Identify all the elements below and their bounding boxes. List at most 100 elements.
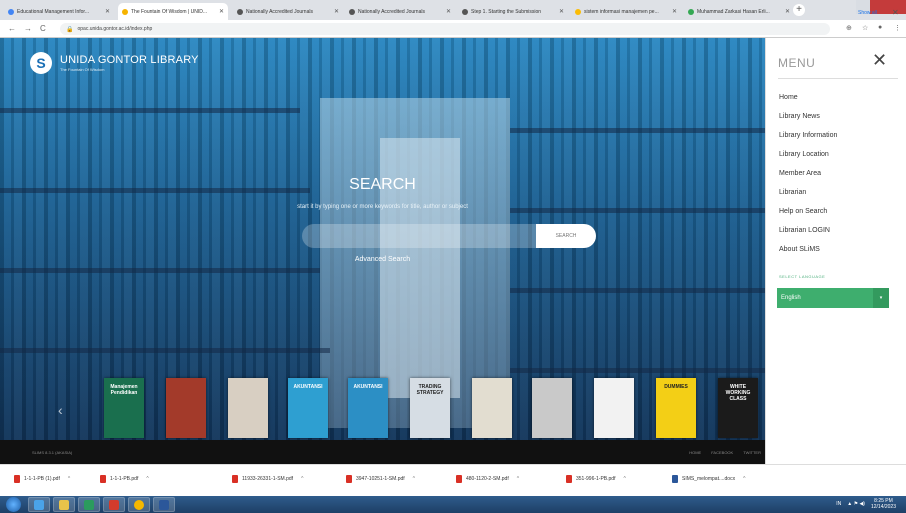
download-item[interactable]: 1-1-1-PB (1).pdf ^ [14,475,70,483]
download-filename: 351-996-1-PB.pdf [576,476,616,482]
taskbar-explorer-icon[interactable] [53,497,75,512]
book-cover[interactable]: AKUNTANSI [348,378,388,438]
browser-tab[interactable]: Nationally Accredited Journals ✕ [233,3,343,20]
footer-link-twitter[interactable]: TWITTER [743,450,761,455]
book-cover[interactable] [166,378,206,438]
download-options-icon[interactable]: ^ [413,476,415,482]
download-item[interactable]: SIMS_melompat....docx ^ [672,475,745,483]
shelf [510,128,765,133]
book-cover[interactable]: WHITE WORKING CLASS [718,378,758,438]
footer-link-facebook[interactable]: FACEBOOK [711,450,733,455]
book-carousel: Manajemen Pendidikan AKUNTANSI AKUNTANSI TR… [0,376,765,438]
book-cover[interactable] [532,378,572,438]
book-cover-title: TRADING STRATEGY [416,384,444,396]
search-button[interactable]: SEARCH [536,224,596,248]
forward-icon[interactable]: → [24,24,32,33]
tab-close-icon[interactable]: ✕ [672,8,677,15]
book-cover[interactable] [472,378,512,438]
menu-item-help-on-search[interactable]: Help on Search [779,208,827,215]
download-item[interactable]: 11933-26331-1-SM.pdf ^ [232,475,303,483]
tab-favicon-icon [8,8,14,15]
book-cover[interactable] [228,378,268,438]
tab-favicon-icon [575,8,581,15]
tab-close-icon[interactable]: ✕ [559,8,564,15]
download-item[interactable]: 351-996-1-PB.pdf ^ [566,475,626,483]
tab-close-icon[interactable]: ✕ [446,8,451,15]
tab-favicon-icon [462,8,468,15]
menu-item-librarian-login[interactable]: Librarian LOGIN [779,227,830,234]
search-input[interactable] [302,224,542,248]
menu-item-librarian[interactable]: Librarian [779,189,806,196]
menu-item-library-news[interactable]: Library News [779,113,820,120]
download-filename: SIMS_melompat....docx [682,476,736,482]
tray-icons[interactable]: ▲ ⚑ ◀) [847,501,865,507]
search-title: SEARCH [349,176,416,193]
taskbar-word-icon[interactable] [153,497,175,512]
browser-tab[interactable]: Nationally Accredited Journals ✕ [345,3,455,20]
menu-item-library-information[interactable]: Library Information [779,132,837,139]
library-page: S UNIDA GONTOR LIBRARY The Fountain Of W… [0,38,765,464]
browser-tab[interactable]: Step 1. Starting the Submission ✕ [458,3,568,20]
download-options-icon[interactable]: ^ [517,476,519,482]
download-options-icon[interactable]: ^ [623,476,625,482]
download-item[interactable]: 3947-10251-1-SM.pdf ^ [346,475,415,483]
menu-dots-icon[interactable]: ⋮ [894,24,901,32]
menu-item-home[interactable]: Home [779,94,798,101]
pdf-file-icon [14,475,20,483]
shelf [0,348,330,353]
tab-close-icon[interactable]: ✕ [785,8,790,15]
show-all-downloads-link[interactable]: Show all [858,10,877,16]
new-tab-button[interactable]: + [793,4,805,16]
close-icon[interactable]: ✕ [872,50,887,71]
footer-link-home[interactable]: HOME [689,450,701,455]
browser-tab[interactable]: sistem informasi manajemen pe... ✕ [571,3,681,20]
taskbar-ie-icon[interactable] [28,497,50,512]
menu-title: MENU [778,56,816,70]
taskbar-pdf-icon[interactable] [103,497,125,512]
clock[interactable]: 8:25 PM 12/14/2023 [871,498,896,510]
taskbar-chrome-icon[interactable] [128,497,150,512]
browser-tab[interactable]: Educational Management Infor... ✕ [4,3,114,20]
address-bar: ← → C 🔒 opac.unida.gontor.ac.id/index.ph… [0,20,906,38]
menu-item-about-slims[interactable]: About SLiMS [779,246,820,253]
download-options-icon[interactable]: ^ [68,476,70,482]
menu-item-library-location[interactable]: Library Location [779,151,829,158]
start-button[interactable] [6,497,21,512]
back-icon[interactable]: ← [8,24,16,33]
download-options-icon[interactable]: ^ [301,476,303,482]
book-cover[interactable]: Manajemen Pendidikan [104,378,144,438]
book-cover[interactable]: AKUNTANSI [288,378,328,438]
bookmark-star-icon[interactable]: ☆ [862,24,868,32]
carousel-prev-icon[interactable]: ‹ [58,402,63,418]
language-indicator[interactable]: IN [836,501,841,507]
taskbar-app-icon[interactable] [78,497,100,512]
download-item[interactable]: 1-1-1-PB.pdf ^ [100,475,149,483]
download-options-icon[interactable]: ^ [146,476,148,482]
tab-close-icon[interactable]: ✕ [219,8,224,15]
menu-item-member-area[interactable]: Member Area [779,170,821,177]
download-item[interactable]: 480-1120-2-SM.pdf ^ [456,475,519,483]
chevron-down-icon: ▾ [873,288,889,308]
advanced-search-link[interactable]: Advanced Search [0,256,765,263]
tab-close-icon[interactable]: ✕ [334,8,339,15]
site-name: UNIDA GONTOR LIBRARY [60,54,199,66]
close-download-bar-icon[interactable]: ✕ [892,8,899,17]
download-bar: 1-1-1-PB (1).pdf ^ 1-1-1-PB.pdf ^ 11933-2633… [0,464,906,496]
book-cover[interactable] [594,378,634,438]
tab-favicon-icon [122,8,128,15]
book-cover[interactable]: DUMMIES [656,378,696,438]
browser-tab[interactable]: The Fountain Of Wisdom | UNID... ✕ [118,3,228,20]
lock-icon: 🔒 [66,26,74,33]
zoom-icon[interactable]: ⊕ [846,24,852,32]
profile-icon[interactable]: ● [878,24,882,31]
url-field[interactable]: 🔒 opac.unida.gontor.ac.id/index.php [60,23,830,35]
browser-tab[interactable]: Muhammad Zarkasi Hasan Erli... ✕ [684,3,794,20]
reload-icon[interactable]: C [40,24,46,33]
download-options-icon[interactable]: ^ [743,476,745,482]
book-cover[interactable]: TRADING STRATEGY [410,378,450,438]
tab-title: Muhammad Zarkasi Hasan Erli... [697,8,770,15]
system-tray: IN ▲ ⚑ ◀) 8:25 PM 12/14/2023 [836,498,896,510]
tab-close-icon[interactable]: ✕ [105,8,110,15]
language-select[interactable]: English ▾ [777,288,889,308]
site-brand[interactable]: S UNIDA GONTOR LIBRARY The Fountain Of W… [30,52,199,74]
